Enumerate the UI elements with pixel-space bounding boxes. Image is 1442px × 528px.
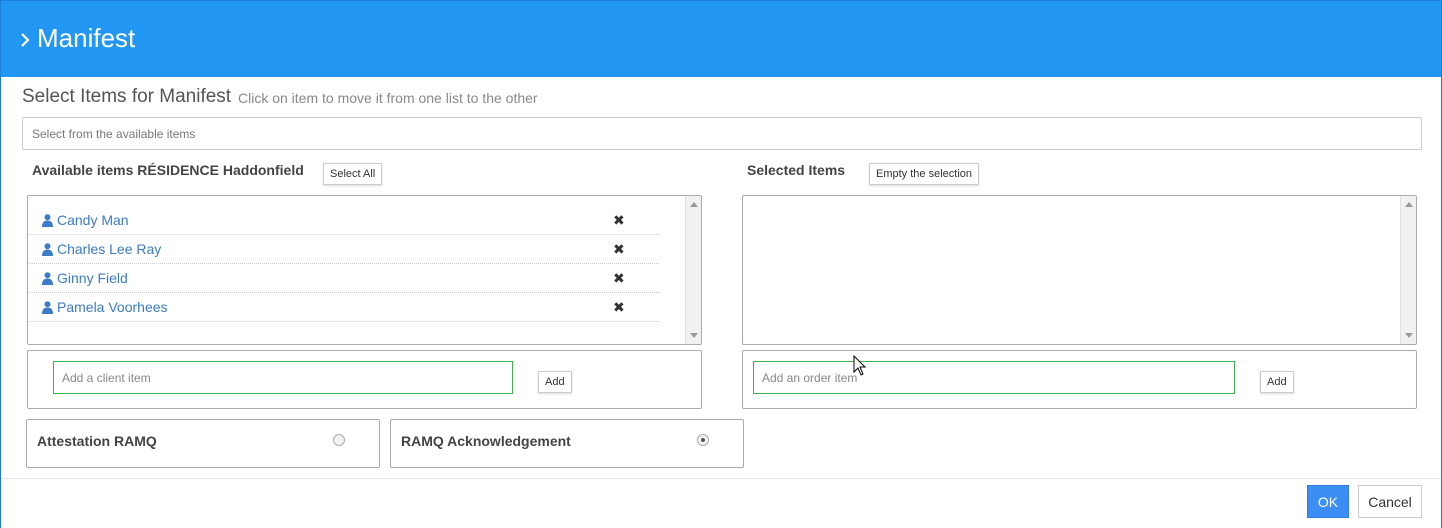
selected-items-label: Selected Items — [747, 162, 846, 178]
list-item-name[interactable]: Charles Lee Ray — [57, 241, 161, 257]
add-order-item-button[interactable]: Add — [1260, 371, 1294, 393]
option-attestation-ramq[interactable]: Attestation RAMQ — [26, 419, 380, 468]
section-title: Select Items for Manifest — [22, 86, 232, 107]
ok-button[interactable]: OK — [1307, 485, 1349, 518]
manifest-modal: Manifest Select Items for Manifest Click… — [0, 0, 1442, 528]
scroll-down-icon[interactable] — [690, 333, 698, 338]
list-item[interactable]: Ginny Field ✖ — [28, 264, 659, 293]
person-icon — [42, 301, 53, 314]
scrollbar[interactable] — [1400, 196, 1416, 344]
section-hint: Click on item to move it from one list t… — [238, 90, 538, 106]
scrollbar[interactable] — [685, 196, 701, 344]
radio-button[interactable] — [333, 434, 345, 446]
person-icon — [42, 243, 53, 256]
add-client-item-input[interactable] — [53, 361, 513, 394]
add-order-item-panel: Add — [742, 350, 1417, 409]
person-icon — [42, 272, 53, 285]
scroll-up-icon[interactable] — [690, 202, 698, 207]
person-icon — [42, 214, 53, 227]
modal-footer — [1, 478, 1441, 528]
add-client-item-button[interactable]: Add — [538, 371, 572, 393]
available-items-search-input[interactable] — [22, 117, 1422, 150]
available-items-list: Candy Man ✖ Charles Lee Ray ✖ Ginny Fiel… — [27, 195, 702, 345]
close-icon[interactable]: ✖ — [613, 242, 625, 256]
list-item[interactable]: Candy Man ✖ — [28, 206, 659, 235]
list-item-name[interactable]: Pamela Voorhees — [57, 299, 168, 315]
chevron-right-icon[interactable] — [19, 29, 31, 51]
close-icon[interactable]: ✖ — [613, 213, 625, 227]
selected-items-list — [742, 195, 1417, 345]
select-all-button[interactable]: Select All — [323, 163, 383, 185]
list-item[interactable]: Charles Lee Ray ✖ — [28, 235, 659, 264]
close-icon[interactable]: ✖ — [613, 300, 625, 314]
option-label: Attestation RAMQ — [37, 433, 157, 449]
list-item[interactable]: Pamela Voorhees ✖ — [28, 293, 659, 322]
list-item-name[interactable]: Candy Man — [57, 212, 129, 228]
radio-button[interactable] — [697, 434, 709, 446]
scroll-down-icon[interactable] — [1405, 333, 1413, 338]
available-items-label: Available items RÉSIDENCE Haddonfield — [32, 162, 304, 178]
add-order-item-input[interactable] — [753, 361, 1235, 394]
close-icon[interactable]: ✖ — [613, 271, 625, 285]
cancel-button[interactable]: Cancel — [1358, 485, 1422, 518]
list-item-name[interactable]: Ginny Field — [57, 270, 128, 286]
mouse-cursor-icon — [853, 355, 867, 376]
modal-header: Manifest — [1, 1, 1441, 77]
empty-selection-button[interactable]: Empty the selection — [869, 163, 979, 185]
option-label: RAMQ Acknowledgement — [401, 433, 571, 449]
scroll-up-icon[interactable] — [1405, 202, 1413, 207]
add-client-item-panel: Add — [27, 350, 702, 409]
modal-title: Manifest — [37, 23, 136, 53]
option-ramq-acknowledgement[interactable]: RAMQ Acknowledgement — [390, 419, 744, 468]
